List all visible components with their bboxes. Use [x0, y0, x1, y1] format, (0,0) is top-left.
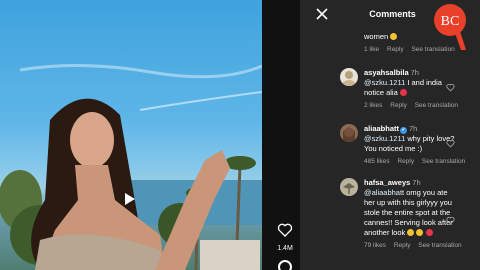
- mention-link[interactable]: @szku.1211: [364, 78, 405, 87]
- comment-text: @aliaabhatt omg you ate her up with this…: [364, 188, 453, 237]
- mention-link[interactable]: @aliaabhatt: [364, 188, 404, 197]
- emoji-icon: [416, 229, 424, 236]
- see-translation-link[interactable]: See translation: [422, 158, 465, 165]
- reply-button[interactable]: Reply: [387, 46, 404, 53]
- comment-text: @szku.1211 I and india notice alia: [364, 78, 442, 97]
- comment-likes[interactable]: 79 likes: [364, 242, 386, 249]
- emoji-icon: [390, 33, 398, 40]
- verified-icon: ✓: [400, 127, 408, 134]
- emoji-icon: [399, 89, 407, 96]
- like-icon[interactable]: [446, 139, 455, 148]
- comment-time: 7h: [412, 178, 421, 187]
- avatar[interactable]: [340, 68, 358, 86]
- reply-button[interactable]: Reply: [397, 158, 414, 165]
- comment-likes[interactable]: 485 likes: [364, 158, 390, 165]
- emoji-icon: [425, 229, 433, 236]
- comment-meta: 485 likes Reply See translation: [364, 158, 465, 165]
- comment-meta: 79 likes Reply See translation: [364, 242, 462, 249]
- see-translation-link[interactable]: See translation: [411, 46, 454, 53]
- emoji-icon: [407, 229, 415, 236]
- comment-text: women: [364, 32, 459, 42]
- comment-text: @szku.1211 why pity love? You noticed me…: [364, 134, 455, 153]
- video-scene: [0, 63, 262, 270]
- comment-username[interactable]: aliaabhatt ✓ 7h: [364, 124, 459, 134]
- avatar[interactable]: [340, 178, 358, 196]
- comment-icon[interactable]: [278, 260, 292, 270]
- comment-time: 7h: [410, 68, 419, 77]
- svg-text:BC: BC: [441, 14, 460, 29]
- comment-username[interactable]: hafsa_aweys 7h: [364, 178, 459, 188]
- play-icon[interactable]: [125, 193, 135, 205]
- comment-likes[interactable]: 1 like: [364, 46, 379, 53]
- reply-button[interactable]: Reply: [394, 242, 411, 249]
- video-actions: 1.4M: [270, 222, 300, 270]
- panel-header: Comments BC: [300, 0, 480, 50]
- comment-username[interactable]: asyahsalbila 7h: [364, 68, 459, 78]
- mention-link[interactable]: @szku.1211: [364, 134, 405, 143]
- comment-time: 7h: [409, 124, 418, 133]
- comment-likes[interactable]: 2 likes: [364, 102, 382, 109]
- avatar[interactable]: [340, 124, 358, 142]
- video-player[interactable]: 1.4M: [0, 0, 300, 270]
- comment-meta: 1 like Reply See translation: [364, 46, 459, 53]
- like-icon[interactable]: [446, 83, 455, 92]
- like-icon[interactable]: [446, 216, 455, 225]
- reply-button[interactable]: Reply: [390, 102, 407, 109]
- see-translation-link[interactable]: See translation: [415, 102, 458, 109]
- video-like-count: 1.4M: [277, 245, 293, 252]
- heart-icon[interactable]: [277, 222, 293, 238]
- comments-panel: Comments BC women 1 like Reply See trans…: [300, 0, 480, 270]
- see-translation-link[interactable]: See translation: [418, 242, 461, 249]
- comment-meta: 2 likes Reply See translation: [364, 102, 459, 109]
